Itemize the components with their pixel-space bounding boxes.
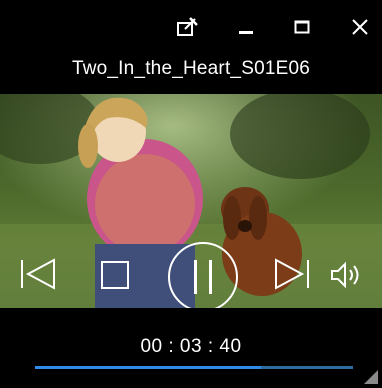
mini-player-window: Two_In_the_Heart_S01E06 00: 03: 40 [0, 0, 382, 388]
resize-grip-icon[interactable] [364, 370, 378, 384]
stop-icon [101, 261, 129, 289]
maximize-button[interactable] [288, 14, 316, 40]
previous-button[interactable] [18, 254, 58, 299]
video-title: Two_In_the_Heart_S01E06 [71, 58, 311, 79]
close-button[interactable] [346, 14, 374, 40]
close-icon [352, 19, 368, 35]
previous-icon [21, 258, 55, 290]
next-button[interactable] [272, 254, 312, 299]
pin-window-icon [177, 17, 198, 36]
next-icon [275, 258, 309, 290]
maximize-icon [294, 20, 310, 34]
status-area: 00 : 03 : 40 [0, 308, 382, 388]
playback-controls [0, 238, 382, 312]
minimize-icon [239, 31, 253, 34]
minimize-button[interactable] [232, 14, 260, 40]
title-bar [0, 0, 382, 48]
volume-icon [331, 261, 359, 289]
progress-bar[interactable] [35, 366, 353, 369]
stop-button[interactable] [100, 260, 130, 295]
progress-fill [35, 366, 261, 369]
pause-icon [168, 242, 238, 312]
volume-button[interactable] [330, 260, 364, 295]
pin-window-button[interactable] [174, 14, 202, 40]
elapsed-time: 00 : 03 : 40 [140, 336, 242, 357]
